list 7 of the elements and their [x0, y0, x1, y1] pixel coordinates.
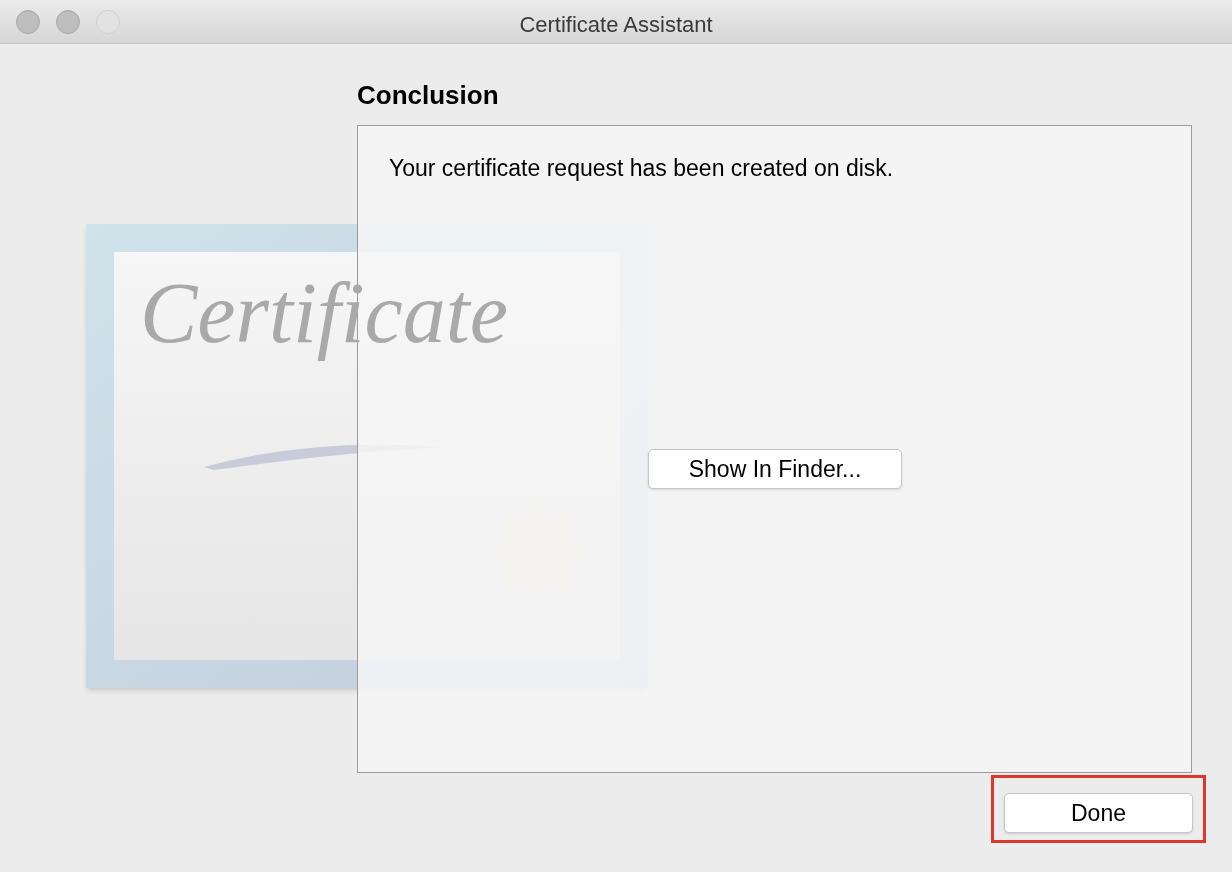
close-button[interactable] [16, 9, 40, 34]
minimize-button[interactable] [56, 9, 80, 34]
message-text: Your certificate request has been created on disk. [389, 154, 894, 183]
section-heading: Conclusion [357, 79, 499, 112]
show-in-finder-button[interactable]: Show In Finder... [648, 449, 902, 489]
window-title: Certificate Assistant [518, 11, 714, 39]
done-button[interactable]: Done [1004, 793, 1193, 833]
